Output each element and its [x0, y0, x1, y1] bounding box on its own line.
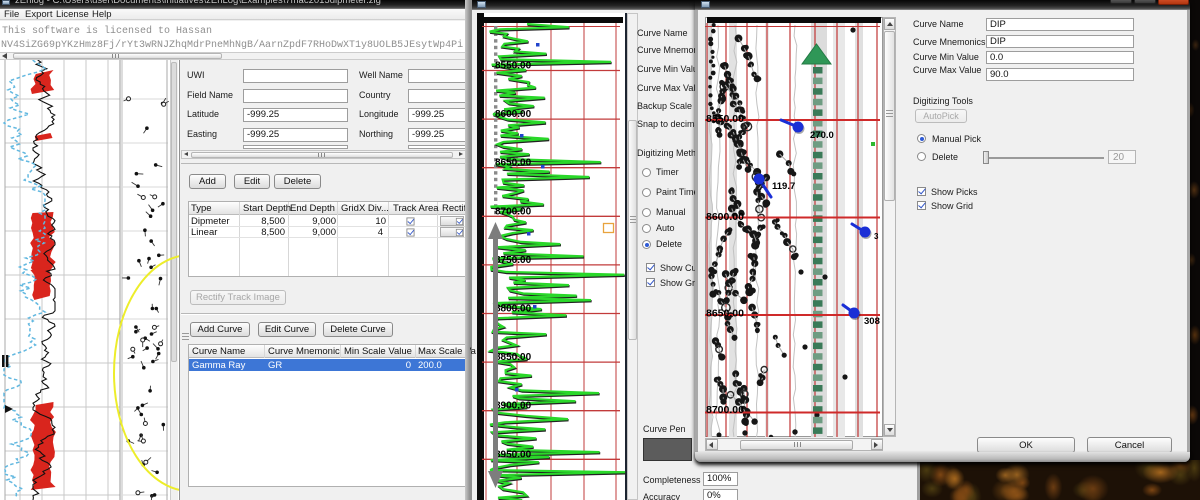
svg-text:8700.00: 8700.00 [706, 404, 744, 416]
svg-text:3: 3 [874, 232, 879, 241]
svg-text:8600.00: 8600.00 [495, 109, 532, 120]
svg-text:8850.00: 8850.00 [495, 352, 532, 363]
svg-text:270.0: 270.0 [810, 130, 834, 141]
svg-text:8550.00: 8550.00 [706, 113, 744, 125]
svg-text:8800.00: 8800.00 [495, 304, 532, 315]
svg-text:8750.00: 8750.00 [495, 255, 532, 266]
svg-text:119.7: 119.7 [772, 181, 795, 192]
svg-text:8600.00: 8600.00 [706, 211, 744, 223]
svg-text:8950.00: 8950.00 [495, 449, 532, 460]
svg-text:8900.00: 8900.00 [495, 401, 532, 412]
svg-text:8700.00: 8700.00 [495, 206, 532, 217]
svg-text:8650.00: 8650.00 [495, 158, 532, 169]
svg-text:308: 308 [864, 316, 880, 327]
svg-text:8550.00: 8550.00 [495, 61, 532, 72]
svg-text:8650.00: 8650.00 [706, 308, 744, 320]
